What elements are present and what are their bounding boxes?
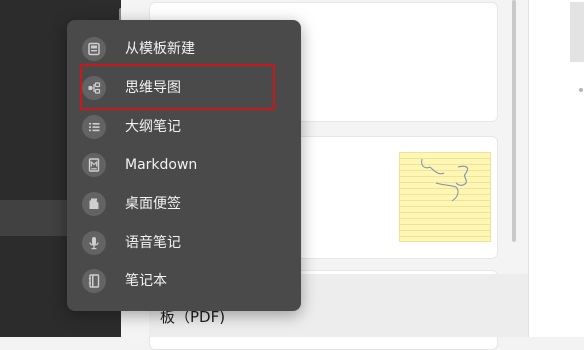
menu-item-sticky-note[interactable]: 桌面便签 xyxy=(67,186,301,222)
menu-item-outline[interactable]: 大纲笔记 xyxy=(67,109,301,145)
template-icon xyxy=(82,37,106,61)
notebook-icon xyxy=(82,269,106,293)
menu-item-label: 从模板新建 xyxy=(125,41,195,57)
menu-item-markdown[interactable]: Markdown xyxy=(67,147,301,183)
mindmap-icon xyxy=(82,76,106,100)
menu-item-label: 桌面便签 xyxy=(125,196,181,212)
menu-item-label: 大纲笔记 xyxy=(125,119,181,135)
markdown-icon xyxy=(82,153,106,177)
sticky-note-thumbnail xyxy=(399,152,491,242)
sticky-note-scribble xyxy=(421,158,469,202)
note-list-scrollbar[interactable] xyxy=(512,0,516,242)
menu-item-label: 思维导图 xyxy=(125,80,181,96)
editor-dot xyxy=(579,88,583,92)
menu-item-mindmap[interactable]: 思维导图 xyxy=(67,70,301,106)
sticky-note-icon xyxy=(82,192,106,216)
menu-item-label: 语音笔记 xyxy=(125,235,181,251)
microphone-icon xyxy=(82,231,106,255)
menu-item-notebook[interactable]: 笔记本 xyxy=(67,263,301,299)
menu-item-label: Markdown xyxy=(125,157,198,173)
new-note-menu: 从模板新建 思维导图 大纲笔记 Markdown 桌面便签 语音笔记 笔记本 xyxy=(67,20,301,311)
menu-item-from-template[interactable]: 从模板新建 xyxy=(67,31,301,67)
editor-scrollbar[interactable] xyxy=(570,2,584,62)
menu-item-voice-note[interactable]: 语音笔记 xyxy=(67,225,301,261)
outline-icon xyxy=(82,115,106,139)
menu-item-label: 笔记本 xyxy=(125,273,167,289)
